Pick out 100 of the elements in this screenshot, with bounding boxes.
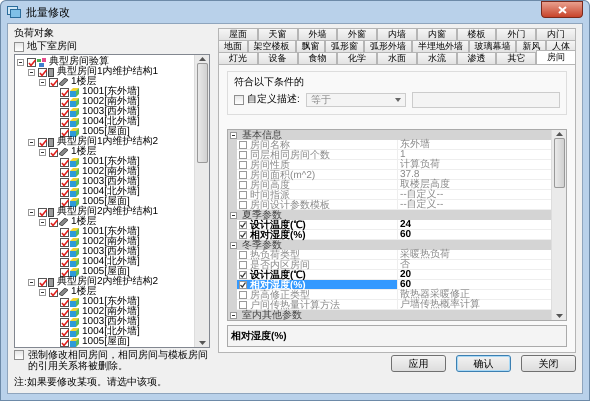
checkbox[interactable]: [60, 88, 69, 96]
category-header[interactable]: 冬季参数: [228, 240, 551, 250]
tree-item[interactable]: 典型房间2内维护结构2: [55, 277, 158, 287]
expander-icon[interactable]: [28, 68, 35, 76]
checkbox[interactable]: [239, 180, 247, 188]
tree-item[interactable]: 1002[南外墙]: [80, 307, 140, 317]
property-name[interactable]: 热负荷类型: [237, 250, 398, 259]
tab[interactable]: 设备: [258, 52, 298, 64]
tree-item[interactable]: 1004[北外墙]: [80, 117, 140, 127]
property-name[interactable]: 房间名称: [237, 140, 398, 149]
tree-item[interactable]: 1004[北外墙]: [80, 327, 140, 337]
close-button[interactable]: [541, 1, 583, 18]
tree-item[interactable]: 1002[南外墙]: [80, 97, 140, 107]
tree-item[interactable]: 1001[东外墙]: [80, 297, 140, 307]
scroll-thumb[interactable]: [196, 63, 208, 163]
property-value[interactable]: 24: [398, 220, 412, 229]
tab[interactable]: 房间: [536, 50, 576, 64]
checkbox[interactable]: [60, 258, 69, 266]
checkbox[interactable]: [60, 178, 69, 186]
checkbox[interactable]: [60, 338, 69, 346]
checkbox[interactable]: [27, 58, 36, 66]
tab[interactable]: 水流: [416, 52, 457, 64]
property-value[interactable]: 1: [398, 150, 406, 159]
tree-item[interactable]: 1005[屋面]: [80, 127, 130, 137]
checkbox[interactable]: [60, 268, 69, 276]
checkbox[interactable]: [60, 308, 69, 316]
tab[interactable]: 外门: [496, 28, 536, 40]
checkbox-label[interactable]: 自定义描述:: [247, 94, 300, 106]
tree-item[interactable]: 1005[屋面]: [80, 197, 130, 207]
expander-icon[interactable]: [28, 278, 35, 286]
tree-item[interactable]: 1005[屋面]: [80, 337, 130, 347]
tree-item[interactable]: 1楼层: [69, 77, 97, 87]
category-header[interactable]: 室内其他参数: [228, 310, 551, 320]
checkbox[interactable]: [49, 148, 58, 156]
tree-item[interactable]: 1003[西外墙]: [80, 107, 140, 117]
checkbox[interactable]: [239, 160, 247, 168]
property-name[interactable]: 房间面积(m^2): [237, 170, 398, 179]
checkbox[interactable]: [60, 118, 69, 126]
tab[interactable]: 内窗: [416, 28, 457, 40]
checkbox[interactable]: [60, 318, 69, 326]
tab[interactable]: 架空楼板: [248, 40, 296, 52]
tab[interactable]: 新风: [516, 40, 546, 52]
checkbox[interactable]: [60, 128, 69, 136]
property-value[interactable]: --自定义--: [398, 200, 444, 209]
checkbox[interactable]: [239, 170, 247, 178]
checkbox[interactable]: [60, 328, 69, 336]
checkbox[interactable]: [239, 300, 247, 308]
checkbox[interactable]: [239, 260, 247, 268]
checkbox[interactable]: [239, 200, 247, 208]
tree-item[interactable]: 1003[西外墙]: [80, 317, 140, 327]
property-value[interactable]: 60: [398, 280, 412, 289]
property-name[interactable]: 房间性质: [237, 160, 398, 169]
scroll-down-icon[interactable]: [556, 314, 562, 318]
tab[interactable]: 外窗: [337, 28, 378, 40]
tree-item[interactable]: 典型房间1内维护结构1: [55, 67, 158, 77]
property-value[interactable]: 37.8: [398, 170, 420, 179]
property-value[interactable]: 取楼层高度: [398, 180, 450, 189]
checkbox[interactable]: [60, 158, 69, 166]
property-value[interactable]: 东外墙: [398, 140, 430, 149]
checkbox[interactable]: [14, 350, 24, 360]
checkbox[interactable]: [239, 190, 247, 198]
property-value[interactable]: 计算负荷: [398, 160, 440, 169]
checkbox[interactable]: [60, 228, 69, 236]
checkbox[interactable]: [60, 248, 69, 256]
checkbox[interactable]: [239, 280, 247, 288]
checkbox[interactable]: [60, 168, 69, 176]
checkbox[interactable]: [234, 95, 244, 105]
tree-item[interactable]: 1005[屋面]: [80, 267, 130, 277]
checkbox[interactable]: [60, 298, 69, 306]
property-value[interactable]: 20: [398, 270, 412, 279]
tree-item[interactable]: 1楼层: [69, 147, 97, 157]
property-value[interactable]: 散热器采暖修正: [398, 290, 470, 299]
property-name[interactable]: 设计温度(℃): [237, 220, 398, 229]
tree-item[interactable]: 1001[东外墙]: [80, 227, 140, 237]
property-name[interactable]: 设计温度(℃): [237, 270, 398, 279]
checkbox[interactable]: [239, 270, 247, 278]
category-header[interactable]: 夏季参数: [228, 210, 551, 220]
tab[interactable]: 楼板: [456, 28, 496, 40]
tab[interactable]: 渗透: [456, 52, 496, 64]
scroll-thumb[interactable]: [554, 138, 564, 188]
tab[interactable]: 弧形窗: [325, 40, 364, 52]
tab[interactable]: 屋面: [218, 28, 258, 40]
checkbox[interactable]: [239, 150, 247, 158]
tab[interactable]: 外墙: [298, 28, 338, 40]
expander-icon[interactable]: [28, 138, 35, 146]
tab[interactable]: 飘窗: [296, 40, 326, 52]
dialog-button[interactable]: 关闭: [521, 355, 576, 372]
scroll-down-icon[interactable]: [198, 341, 206, 345]
tree-item[interactable]: 典型房间1内维护结构2: [55, 137, 158, 147]
expander-icon[interactable]: [230, 242, 237, 248]
tree-item[interactable]: 典型房间验算: [47, 57, 109, 67]
property-name[interactable]: 是否内区房间: [237, 260, 398, 269]
property-name[interactable]: 时间指派: [237, 190, 398, 199]
property-name[interactable]: 房间高度: [237, 180, 398, 189]
tab[interactable]: 水面: [377, 52, 417, 64]
checkbox[interactable]: [239, 140, 247, 148]
checkbox[interactable]: [38, 68, 47, 76]
checkbox[interactable]: [49, 288, 58, 296]
checkbox-label[interactable]: 地下室房间: [27, 41, 77, 53]
scrollbar[interactable]: [551, 130, 566, 320]
